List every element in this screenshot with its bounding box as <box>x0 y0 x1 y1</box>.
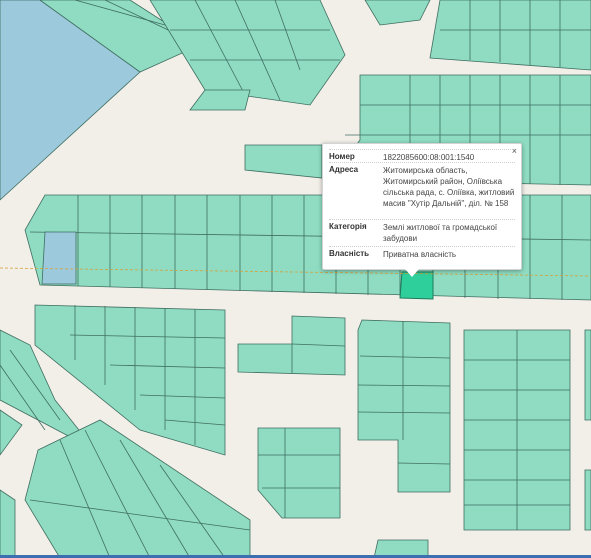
popup-row-address: Адреса Житомирська область, Житомирський… <box>329 162 515 219</box>
parcel-block-center-right[interactable] <box>357 319 451 558</box>
parcel-info-popup: × Номер 1822085600:08:001:1540 Адреса Жи… <box>322 143 522 270</box>
popup-key: Власність <box>329 249 370 258</box>
parcel-block-center[interactable] <box>237 315 346 519</box>
popup-row-number: Номер 1822085600:08:001:1540 <box>329 149 515 162</box>
cadastral-map[interactable] <box>0 0 591 558</box>
popup-row-ownership: Власність Приватна власність <box>329 246 515 261</box>
popup-row-category: Категорія Землі житлової та громадської … <box>329 219 515 246</box>
blue-parcel[interactable] <box>41 231 77 285</box>
popup-key: Категорія <box>329 222 367 231</box>
parcel-block-right-lower[interactable] <box>463 329 591 531</box>
parcel-block-top-right[interactable] <box>429 0 591 71</box>
popup-value: Землі житлової та громадської забудови <box>383 223 498 243</box>
popup-key: Адреса <box>329 165 359 174</box>
popup-value: Житомирська область, Житомирський район,… <box>383 166 515 208</box>
popup-value: Приватна власність <box>383 250 457 259</box>
popup-pointer <box>405 269 419 277</box>
popup-key: Номер <box>329 152 355 161</box>
